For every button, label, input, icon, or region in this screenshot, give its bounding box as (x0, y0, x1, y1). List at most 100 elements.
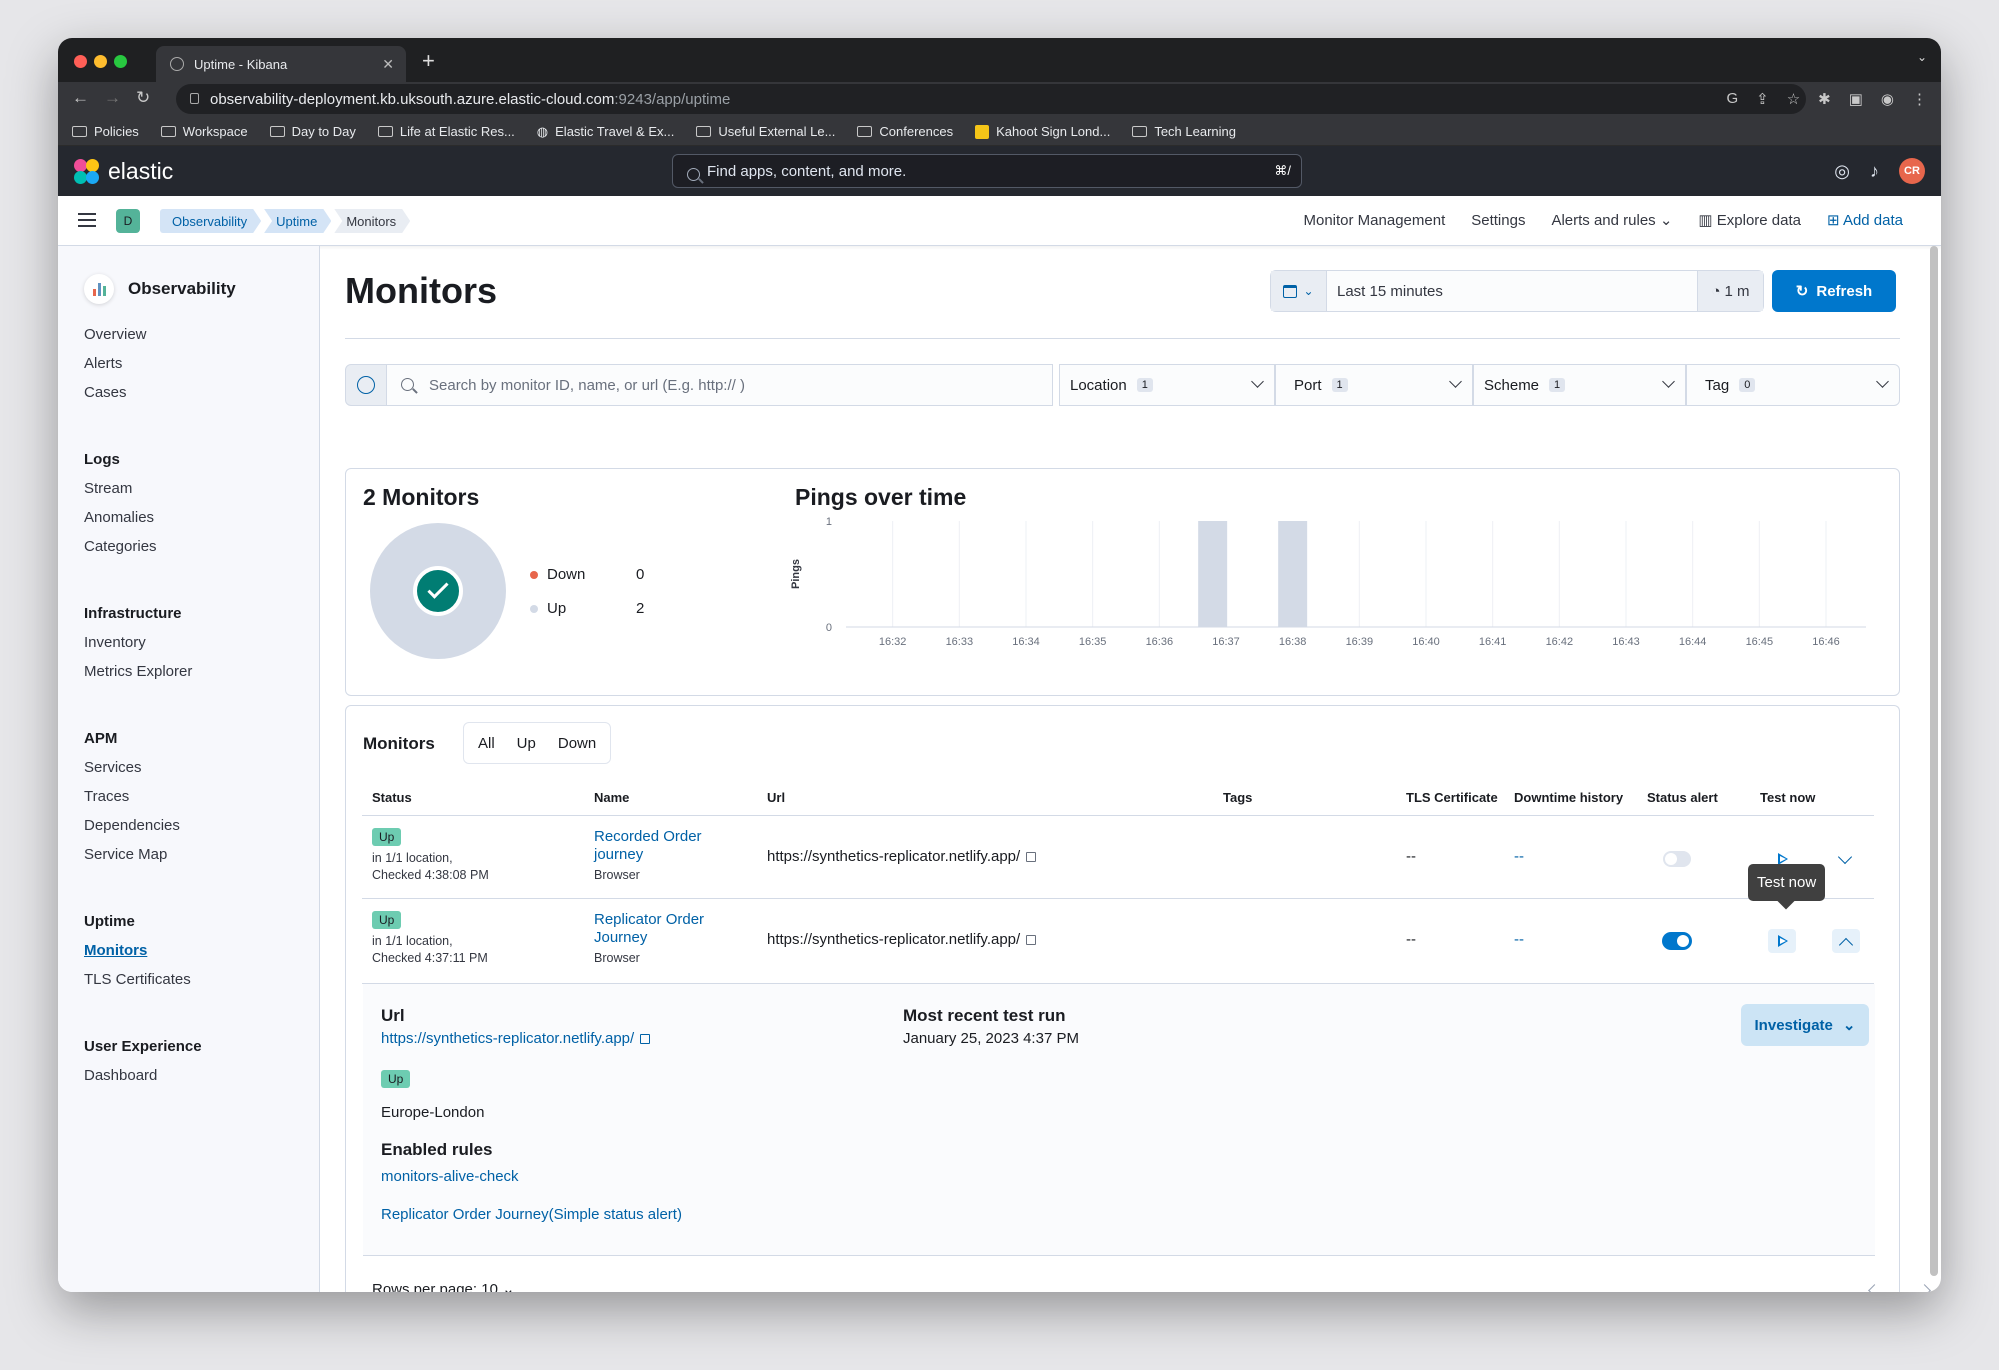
sidebar-item-dashboard[interactable]: Dashboard (84, 1067, 202, 1084)
reload-icon[interactable]: ↻ (136, 88, 150, 108)
scheme-filter[interactable]: Scheme 1 (1473, 364, 1686, 406)
filter-all-button[interactable]: All (470, 729, 503, 758)
back-arrow-icon[interactable]: ← (72, 88, 89, 108)
filter-down-button[interactable]: Down (550, 729, 604, 758)
tab-search-chevron-icon[interactable]: ⌄ (1917, 50, 1927, 64)
settings-link[interactable]: Settings (1471, 212, 1525, 229)
bookmark[interactable]: Tech Learning (1132, 124, 1236, 139)
investigate-button[interactable]: Investigate ⌄ (1741, 1004, 1869, 1046)
minimize-window-button[interactable] (94, 55, 107, 68)
profile-icon[interactable]: ◉ (1881, 90, 1894, 108)
column-header-status[interactable]: Status (372, 790, 412, 805)
global-search-input[interactable]: Find apps, content, and more. ⌘/ (672, 154, 1302, 188)
sidebar-item-cases[interactable]: Cases (84, 384, 202, 401)
y-tick-label: 0 (826, 622, 832, 634)
tab-title: Uptime - Kibana (194, 56, 288, 72)
tag-filter[interactable]: Tag 0 (1686, 364, 1900, 406)
monitor-management-link[interactable]: Monitor Management (1304, 212, 1446, 229)
alerts-rules-menu[interactable]: Alerts and rules ⌄ (1551, 211, 1672, 229)
help-icon[interactable]: ◎ (1834, 161, 1850, 182)
sidepanel-icon[interactable]: ▣ (1849, 90, 1863, 108)
bookmark[interactable]: Kahoot Sign Lond... (975, 124, 1110, 139)
star-icon[interactable]: ☆ (1787, 90, 1800, 108)
monitor-url-link[interactable]: https://synthetics-replicator.netlify.ap… (767, 931, 1037, 948)
bookmark[interactable]: Life at Elastic Res... (377, 124, 515, 139)
sidebar-item-categories[interactable]: Categories (84, 538, 202, 555)
port-filter[interactable]: Port 1 (1275, 364, 1473, 406)
sidebar-item-monitors[interactable]: Monitors (84, 942, 202, 959)
filter-up-button[interactable]: Up (509, 729, 544, 758)
status-alert-toggle[interactable] (1662, 932, 1692, 950)
bookmark[interactable]: Useful External Le... (696, 124, 835, 139)
breadcrumb: Observability Uptime Monitors (160, 209, 413, 233)
forward-arrow-icon[interactable]: → (104, 88, 121, 108)
sidebar-item-alerts[interactable]: Alerts (84, 355, 202, 372)
breadcrumb-observability[interactable]: Observability (160, 209, 261, 233)
add-data-button[interactable]: ⊞ Add data (1827, 211, 1903, 229)
menu-toggle-icon[interactable] (78, 213, 96, 227)
explore-data-button[interactable]: ▥ Explore data (1698, 211, 1801, 229)
bookmark[interactable]: Policies (72, 124, 139, 139)
browser-tab[interactable]: Uptime - Kibana ✕ (156, 46, 406, 82)
monitor-name-link[interactable]: Replicator Order Journey (594, 911, 704, 947)
sidebar-item-tls-certificates[interactable]: TLS Certificates (84, 971, 202, 988)
close-window-button[interactable] (74, 55, 87, 68)
chevron-down-icon: ⌄ (1303, 284, 1314, 298)
elastic-logo[interactable]: elastic (74, 158, 173, 185)
share-icon[interactable]: ⇪ (1756, 90, 1769, 108)
sidebar-item-stream[interactable]: Stream (84, 480, 202, 497)
extensions-puzzle-icon[interactable]: ✱ (1818, 90, 1831, 108)
url-host: observability-deployment.kb.uksouth.azur… (210, 90, 615, 108)
downtime-link[interactable]: -- (1514, 931, 1524, 948)
expanded-url-link[interactable]: https://synthetics-replicator.netlify.ap… (381, 1030, 651, 1047)
sidebar-item-service-map[interactable]: Service Map (84, 846, 202, 863)
monitor-search-input[interactable]: Search by monitor ID, name, or url (E.g.… (387, 364, 1053, 406)
sidebar-item-services[interactable]: Services (84, 759, 202, 776)
status-alert-toggle[interactable] (1663, 851, 1691, 867)
rule-link[interactable]: Replicator Order Journey(Simple status a… (381, 1206, 682, 1223)
refresh-interval[interactable]: ◔ 1 m (1697, 271, 1763, 311)
bookmark[interactable]: ◍ Elastic Travel & Ex... (537, 124, 675, 140)
refresh-button[interactable]: ↻ Refresh (1772, 270, 1896, 312)
date-range-text[interactable]: Last 15 minutes (1327, 271, 1697, 311)
expand-row-chevron-icon[interactable] (1837, 849, 1853, 865)
prev-page-icon[interactable] (1868, 1284, 1881, 1292)
monitor-name-link[interactable]: Recorded Order journey (594, 828, 702, 864)
sidebar-item-overview[interactable]: Overview (84, 326, 202, 343)
lock-icon (190, 93, 199, 104)
rule-link[interactable]: monitors-alive-check (381, 1168, 519, 1185)
sidebar-item-dependencies[interactable]: Dependencies (84, 817, 202, 834)
date-picker[interactable]: ⌄ Last 15 minutes ◔ 1 m (1270, 270, 1764, 312)
breadcrumb-uptime[interactable]: Uptime (264, 209, 331, 233)
space-selector[interactable]: D (116, 209, 140, 233)
news-feed-icon[interactable]: ♪ (1870, 161, 1879, 182)
sidebar-item-metrics-explorer[interactable]: Metrics Explorer (84, 663, 202, 680)
bookmark[interactable]: Day to Day (269, 124, 356, 139)
downtime-link[interactable]: -- (1514, 848, 1524, 865)
quick-menu-button[interactable]: ⌄ (1271, 271, 1327, 311)
monitor-url-link[interactable]: https://synthetics-replicator.netlify.ap… (767, 848, 1037, 865)
x-tick-label: 16:41 (1479, 636, 1507, 648)
column-header-name[interactable]: Name (594, 790, 629, 805)
avatar[interactable]: CR (1899, 158, 1925, 184)
location-filter[interactable]: Location 1 (1059, 364, 1275, 406)
google-icon[interactable]: G (1726, 90, 1738, 108)
close-tab-icon[interactable]: ✕ (382, 56, 394, 73)
sidebar-item-traces[interactable]: Traces (84, 788, 202, 805)
bookmark[interactable]: Conferences (857, 124, 953, 139)
sidebar-item-anomalies[interactable]: Anomalies (84, 509, 202, 526)
folder-icon (1132, 126, 1148, 137)
new-tab-icon[interactable]: + (422, 48, 435, 74)
bookmark[interactable]: Workspace (160, 124, 248, 139)
more-menu-icon[interactable]: ⋮ (1912, 90, 1927, 108)
next-page-icon[interactable] (1918, 1284, 1931, 1292)
url-bar[interactable]: observability-deployment.kb.uksouth.azur… (176, 84, 1806, 114)
filter-options-button[interactable] (345, 364, 387, 406)
x-tick-label: 16:34 (1012, 636, 1040, 648)
sidebar-item-inventory[interactable]: Inventory (84, 634, 202, 651)
rows-per-page-select[interactable]: Rows per page: 10 ⌄ (372, 1280, 515, 1292)
page-scrollbar[interactable] (1930, 246, 1938, 1276)
bookmarks-bar: Policies Workspace Day to Day Life at El… (58, 118, 1941, 146)
play-icon[interactable] (1778, 935, 1788, 947)
maximize-window-button[interactable] (114, 55, 127, 68)
